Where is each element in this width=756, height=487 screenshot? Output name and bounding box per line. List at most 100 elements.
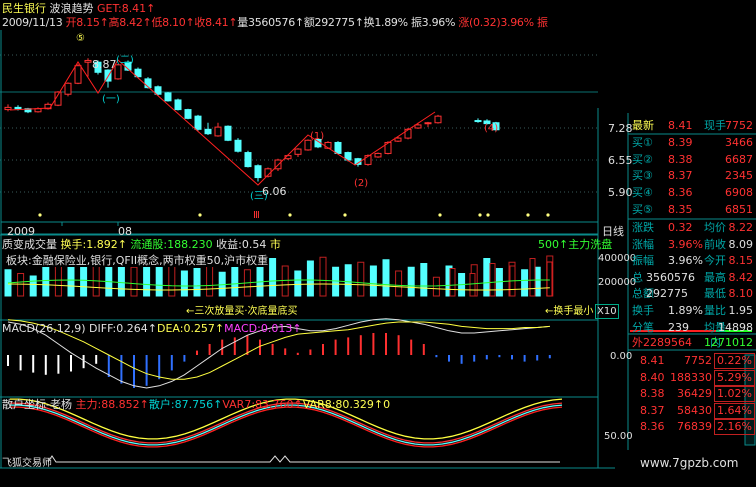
signal-dot — [343, 213, 347, 217]
volume-bar — [256, 263, 264, 297]
candle-body — [154, 86, 162, 95]
stat-row: 振幅 3.96% 今开 8.15 — [630, 253, 756, 269]
bid-label: 买④ — [632, 186, 653, 200]
stat-value: 8.22 — [728, 221, 754, 234]
quote-amplitude: 振3.96% — [410, 16, 456, 29]
high-price-label: 8.87 — [92, 58, 117, 71]
volume-bar — [395, 270, 403, 297]
signal-dot — [486, 213, 490, 217]
wave-b-label: (二) — [116, 55, 134, 66]
stat-label: 前收 — [704, 237, 726, 251]
bid-row[interactable]: 买③ 8.37 2345 — [630, 168, 756, 184]
candle-body — [214, 126, 222, 137]
macd-axis-label: 0.00 — [610, 351, 633, 362]
stat-row: 总额 292775 最低 8.10 — [630, 286, 756, 302]
volume-bar — [420, 263, 428, 297]
candle-body — [394, 137, 402, 142]
signal-dot — [526, 213, 530, 217]
quote-open: 开8.15↑ — [65, 16, 109, 29]
retail-axis-label: 50.00 — [604, 431, 633, 442]
min-turnover-note: ←换手最小 — [545, 306, 594, 317]
volume-bar — [130, 266, 138, 297]
candle-body — [174, 99, 182, 111]
stat-row: 涨幅 3.96% 前收 8.09 — [630, 237, 756, 253]
bid-row[interactable]: 买① 8.39 3466 — [630, 135, 756, 151]
macd-value: MACD:0.013↑ — [224, 322, 302, 335]
stat-label: 涨幅 — [632, 237, 654, 251]
stat-label: 总 — [632, 270, 643, 284]
get-value: GET:8.41↑ — [97, 2, 156, 15]
volume-bar — [155, 264, 163, 297]
candle-body — [84, 59, 92, 63]
bid-row[interactable]: 买② 8.38 6687 — [630, 152, 756, 168]
volume-indicator-name[interactable]: 质变成交量 — [2, 238, 57, 251]
tick-percent: 1.02% — [714, 386, 755, 403]
quote-turnover: 换1.89% — [363, 16, 408, 29]
retail-name[interactable]: 散户坐标-老杨 — [2, 398, 72, 411]
footer-label: 飞狐交易师 — [2, 458, 52, 469]
candle-body — [254, 165, 262, 179]
stat-row: 总 3560576 最高 8.42 — [630, 270, 756, 286]
volume-bar — [432, 276, 440, 297]
current-hand-value: 7752 — [725, 119, 753, 132]
stat-label: 均价 — [704, 221, 726, 234]
signal-dot — [198, 213, 202, 217]
volume-bar — [269, 258, 277, 297]
macd-name[interactable]: MACD(26,12,9) — [2, 322, 86, 335]
tick-volume: 36429 — [677, 387, 712, 401]
retail-header: 散户坐标-老杨 主力:88.852↑散户:87.756↑VAR7:83.760↑… — [2, 398, 390, 411]
stat-label: 换手 — [632, 304, 654, 317]
stat-value: 3.96% — [668, 237, 703, 251]
multiplier-box[interactable]: X10 — [595, 304, 619, 319]
stat-label: 分笔 — [632, 320, 654, 334]
main-force-value: 主力:88.852↑ — [75, 398, 149, 411]
bid-row[interactable]: 买④ 8.36 6908 — [630, 185, 756, 201]
eps: 收益:0.54 — [216, 238, 267, 251]
tick-row: 8.37 58430 1.64% — [630, 402, 756, 419]
volume-bar — [42, 266, 50, 297]
volume-turnover: 换手:1.892↑ — [60, 238, 127, 251]
candle-body — [4, 106, 12, 111]
volume-bar — [180, 270, 188, 297]
bid-label: 买⑤ — [632, 202, 653, 216]
candle-body — [74, 65, 82, 84]
stat-value: 8.09 — [728, 237, 754, 251]
tick-price: 8.36 — [640, 420, 665, 434]
stat-value: 292775 — [646, 287, 688, 301]
bid-volume: 6908 — [725, 186, 753, 200]
volume-bar — [193, 268, 201, 297]
price-axis-label: 5.90 — [608, 186, 633, 199]
stat-label: 量比 — [704, 304, 726, 317]
tick-price: 8.40 — [640, 370, 665, 384]
signal-dot — [288, 213, 292, 217]
tick-row: 8.36 76839 2.16% — [630, 419, 756, 436]
candle-body — [334, 141, 342, 154]
candle-body — [234, 139, 242, 152]
volume-bar — [449, 268, 456, 297]
retail-value: 散户:87.756↑ — [148, 398, 223, 411]
date-label-08: 08 — [118, 225, 132, 238]
tick-volume: 58430 — [677, 403, 712, 417]
bid-row[interactable]: 买⑤ 8.35 6851 — [630, 202, 756, 218]
candle-body — [424, 122, 432, 125]
tick-price: 8.37 — [640, 403, 665, 417]
volume-bar — [469, 273, 476, 297]
latest-label: 最新 — [632, 119, 654, 132]
wave-1-label: (1) — [310, 131, 325, 142]
period-button[interactable]: 日线 — [602, 225, 624, 238]
bid-volume: 6687 — [725, 152, 753, 166]
candle-body — [244, 152, 252, 168]
quote-volume: 量3560576↑ — [237, 16, 304, 29]
quote-extra: 振 — [536, 16, 548, 29]
volume-bar — [206, 263, 214, 297]
volume-bar — [168, 265, 176, 297]
stat-value: 239 — [668, 320, 689, 334]
sector-info: 板块:金融保险业,银行,QFII概念,两市权重50,沪市权重 — [6, 254, 269, 267]
tick-row: 8.40 188330 5.29% — [630, 369, 756, 386]
var7-value: VAR7:83.760↑ — [222, 398, 303, 411]
bid-volume: 2345 — [725, 169, 753, 183]
stat-label: 最高 — [704, 270, 726, 284]
candle-body — [374, 152, 382, 158]
candle-body — [204, 128, 212, 135]
stat-row: 涨跌 0.32 均价 8.22 — [630, 220, 756, 236]
